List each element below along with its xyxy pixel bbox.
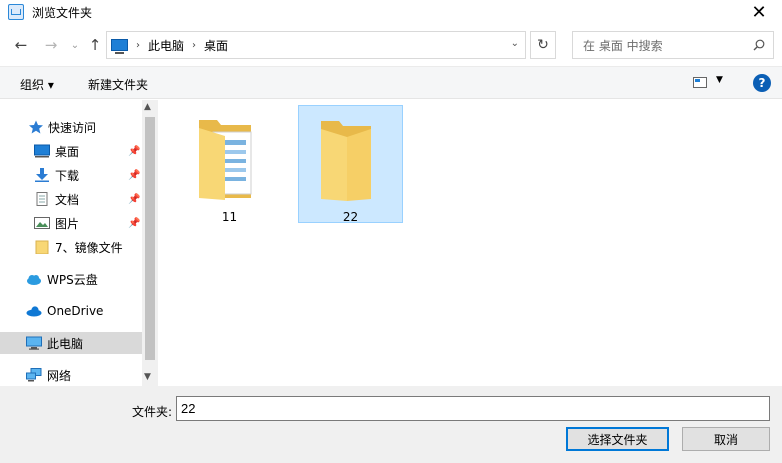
scroll-down-icon[interactable]: ▼ [144, 372, 151, 382]
address-bar[interactable]: › 此电脑 › 桌面 ⌄ [106, 31, 526, 59]
sidebar-item-label: 7、镜像文件 [55, 240, 123, 255]
navigation-row: ← → ⌄ ↑ › 此电脑 › 桌面 ⌄ ↻ 在 桌面 中搜索 [0, 28, 782, 62]
sidebar-item-pictures[interactable]: 图片 📌 [0, 212, 142, 234]
folder-view: 11 22 [158, 100, 782, 386]
dialog-footer: 文件夹: 22 选择文件夹 取消 [0, 386, 782, 463]
onedrive-cloud-icon [26, 306, 42, 317]
search-input[interactable]: 在 桌面 中搜索 [583, 37, 663, 54]
window-title: 浏览文件夹 [32, 5, 93, 20]
breadcrumb-separator-icon[interactable]: › [136, 40, 140, 51]
breadcrumb-separator-icon[interactable]: › [192, 40, 196, 51]
computer-icon [26, 336, 42, 350]
network-icon [26, 368, 42, 382]
breadcrumb-desktop[interactable]: 桌面 [204, 37, 228, 54]
this-pc-icon [111, 39, 128, 54]
view-options-icon[interactable] [693, 77, 707, 88]
folder-item-22[interactable]: 22 [298, 105, 403, 224]
sidebar-item-label: 此电脑 [47, 336, 84, 351]
pin-icon[interactable]: 📌 [128, 194, 140, 205]
document-icon [36, 192, 48, 206]
cancel-button[interactable]: 取消 [682, 427, 770, 451]
command-bar: 组织 ▾ 新建文件夹 ▼ ? [0, 66, 782, 99]
navigation-scrollbar[interactable]: ▲ ▼ [142, 100, 158, 386]
organize-menu[interactable]: 组织 ▾ [20, 76, 54, 93]
app-icon [8, 4, 24, 20]
sidebar-item-downloads[interactable]: 下载 📌 [0, 164, 142, 186]
address-dropdown-icon[interactable]: ⌄ [511, 38, 519, 49]
up-icon[interactable]: ↑ [86, 36, 104, 54]
folder-name-input[interactable]: 22 [176, 396, 770, 421]
folder-name: 11 [221, 210, 238, 224]
scrollbar-thumb[interactable] [145, 117, 155, 360]
sidebar-item-wps-cloud[interactable]: WPS云盘 [0, 268, 142, 290]
recent-locations-icon[interactable]: ⌄ [66, 36, 84, 54]
search-icon[interactable] [753, 39, 765, 51]
navigation-pane: 快速访问 桌面 📌 下载 📌 文档 📌 图片 📌 7、镜像文件 WPS云盘 On… [0, 100, 158, 386]
sidebar-item-label: WPS云盘 [47, 272, 98, 287]
sidebar-item-label: 文档 [55, 192, 80, 207]
folder-field-label: 文件夹: [132, 405, 173, 419]
folder-item-11[interactable]: 11 [177, 106, 282, 224]
sidebar-item-image-files[interactable]: 7、镜像文件 [0, 236, 142, 258]
sidebar-item-this-pc[interactable]: 此电脑 [0, 332, 142, 354]
sidebar-item-desktop[interactable]: 桌面 📌 [0, 140, 142, 162]
search-box[interactable]: 在 桌面 中搜索 [572, 31, 774, 59]
sidebar-item-documents[interactable]: 文档 📌 [0, 188, 142, 210]
download-icon [35, 168, 49, 182]
sidebar-item-quick-access[interactable]: 快速访问 [0, 116, 142, 138]
sidebar-item-label: 桌面 [55, 144, 80, 159]
sidebar-item-label: 快速访问 [48, 120, 97, 135]
desktop-icon [34, 144, 50, 158]
folder-icon [321, 121, 371, 201]
sidebar-item-network[interactable]: 网络 [0, 364, 142, 386]
select-folder-button[interactable]: 选择文件夹 [566, 427, 669, 451]
scroll-up-icon[interactable]: ▲ [144, 102, 151, 112]
pin-icon[interactable]: 📌 [128, 218, 140, 229]
sidebar-item-label: 下载 [55, 168, 80, 183]
pin-icon[interactable]: 📌 [128, 170, 140, 181]
help-icon[interactable]: ? [753, 74, 771, 92]
sidebar-item-onedrive[interactable]: OneDrive [0, 300, 142, 322]
pin-icon[interactable]: 📌 [128, 146, 140, 157]
forward-icon[interactable]: → [42, 36, 60, 54]
folder-name: 22 [342, 210, 359, 224]
sidebar-item-label: 网络 [47, 368, 72, 383]
view-dropdown-icon[interactable]: ▼ [716, 75, 723, 85]
breadcrumb-this-pc[interactable]: 此电脑 [148, 37, 184, 54]
new-folder-button[interactable]: 新建文件夹 [88, 76, 148, 93]
folder-icon [35, 240, 49, 254]
star-icon [29, 120, 43, 134]
refresh-button[interactable]: ↻ [530, 31, 556, 59]
close-button[interactable]: ✕ [736, 0, 782, 24]
sidebar-item-label: OneDrive [47, 304, 104, 318]
folder-with-documents-icon [199, 120, 252, 200]
picture-icon [34, 217, 50, 229]
back-icon[interactable]: ← [12, 36, 30, 54]
cloud-icon [27, 275, 41, 285]
title-bar: 浏览文件夹 ✕ [0, 0, 782, 24]
sidebar-item-label: 图片 [55, 216, 80, 231]
